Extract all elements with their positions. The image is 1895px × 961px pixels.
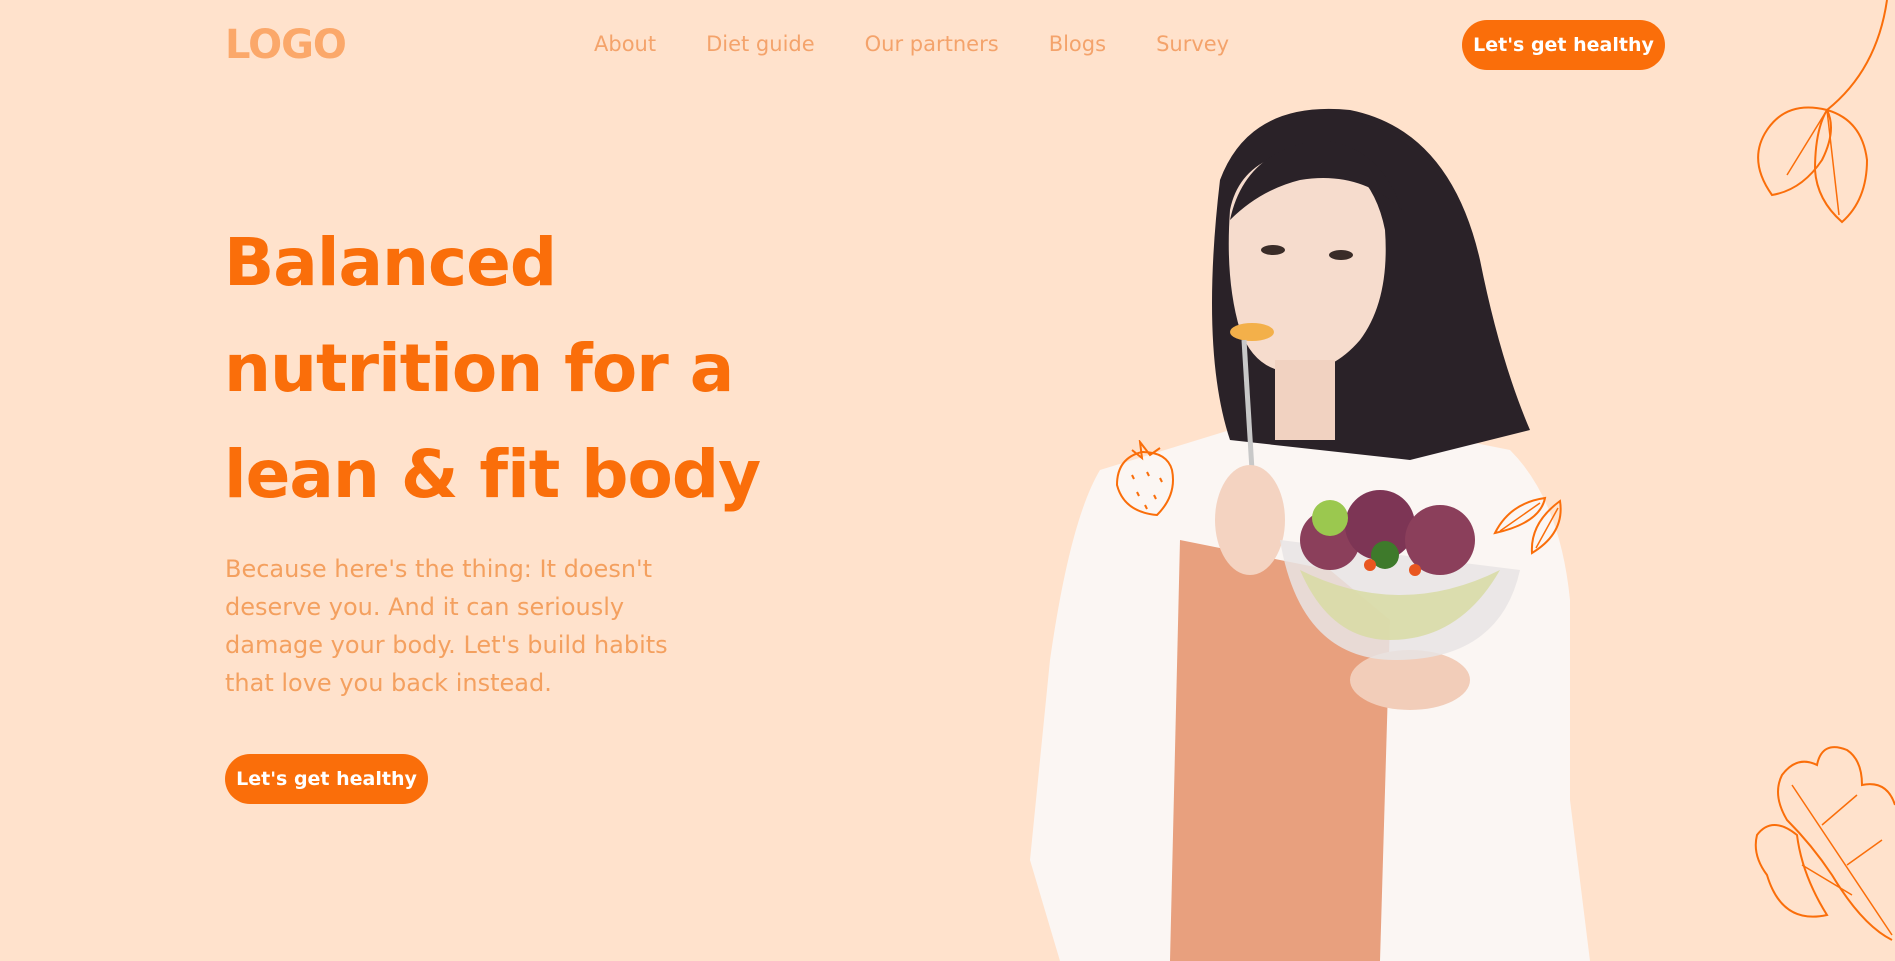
header-cta-button[interactable]: Let's get healthy <box>1462 20 1665 70</box>
hero-headline-line-2: nutrition for a <box>224 330 734 407</box>
hero-cta-button[interactable]: Let's get healthy <box>225 754 428 804</box>
logo[interactable]: LOGO <box>225 22 347 68</box>
nav-link-blogs[interactable]: Blogs <box>1049 32 1106 56</box>
hero-description: Because here's the thing: It doesn't des… <box>225 555 668 697</box>
strawberry-icon <box>1115 440 1174 517</box>
nav-link-diet-guide[interactable]: Diet guide <box>706 32 815 56</box>
hero-headline: Balanced nutrition for a lean & fit body <box>224 210 784 528</box>
nav-link-survey[interactable]: Survey <box>1156 32 1229 56</box>
oak-leaf-icon <box>1754 746 1895 941</box>
spinach-leaf-icon <box>1757 0 1888 224</box>
nav-link-our-partners[interactable]: Our partners <box>865 32 999 56</box>
nav-link-about[interactable]: About <box>594 32 656 56</box>
hero-headline-line-3: lean & fit body <box>224 436 761 513</box>
almond-icon <box>1493 496 1562 555</box>
main-nav: About Diet guide Our partners Blogs Surv… <box>594 32 1229 56</box>
hero-headline-line-1: Balanced <box>224 224 557 301</box>
